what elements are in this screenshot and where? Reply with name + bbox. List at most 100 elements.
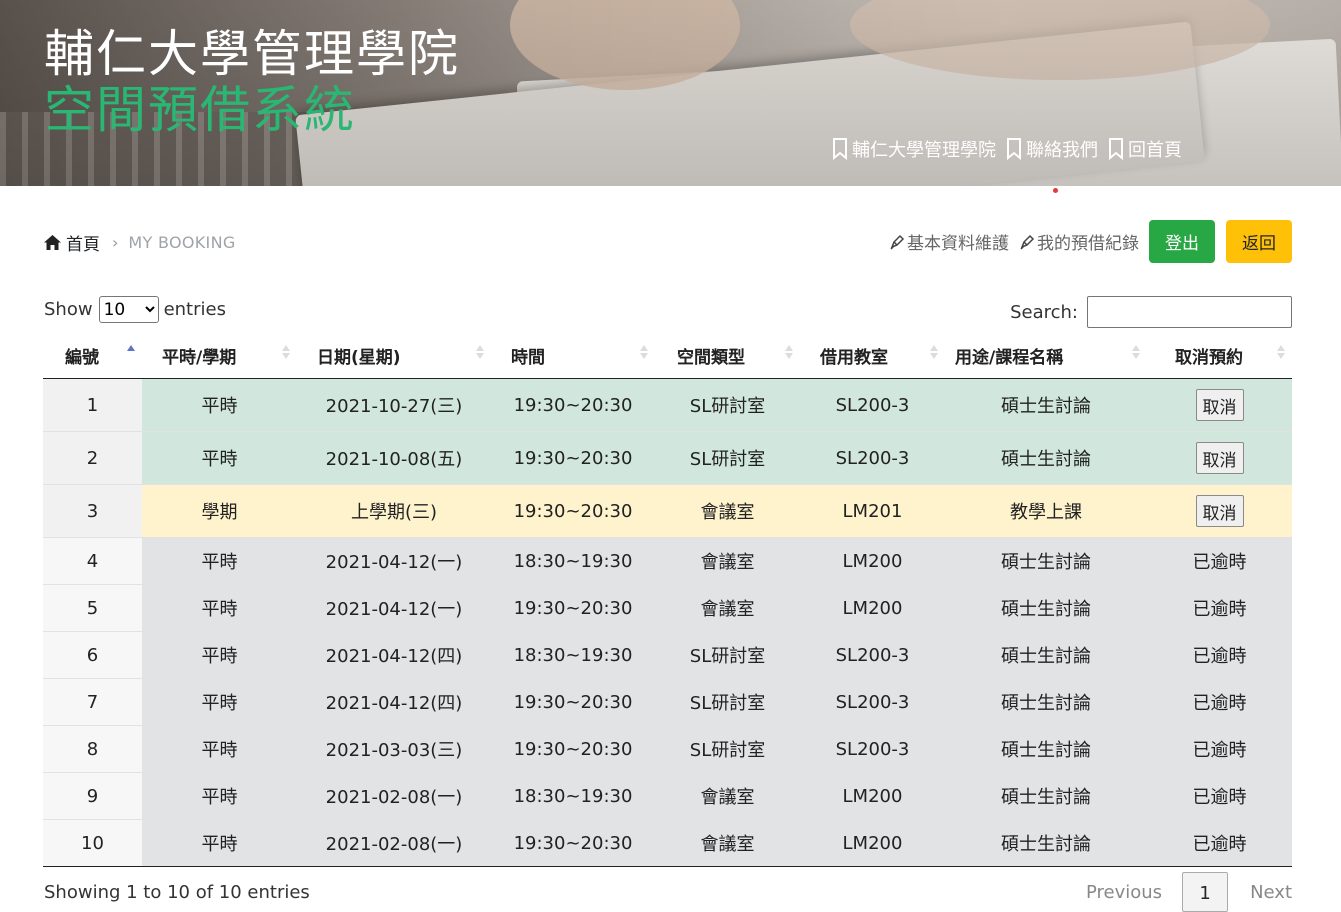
column-header[interactable]: 日期(星期) bbox=[297, 333, 491, 379]
cell-room: LM200 bbox=[800, 819, 945, 867]
cell-time: 19:30~20:30 bbox=[491, 378, 655, 432]
cell-cancel: 已逾時 bbox=[1147, 772, 1292, 820]
sort-desc-icon bbox=[785, 353, 793, 359]
column-header[interactable]: 編號 bbox=[43, 333, 142, 379]
cancel-booking-button[interactable]: 取消 bbox=[1195, 389, 1244, 421]
nav-link-home[interactable]: 回首頁 bbox=[1108, 136, 1182, 162]
table-header-row: 編號 平時/學期 日期(星期) 時間 空間類型 借用教室 用途/課程名稱 取消預約 bbox=[43, 333, 1292, 379]
expired-status: 已逾時 bbox=[1192, 599, 1247, 620]
cell-id: 5 bbox=[43, 584, 142, 632]
cell-room: SL200-3 bbox=[800, 631, 945, 679]
table-row: 4 平時 2021-04-12(一) 18:30~19:30 會議室 LM200 碩士生討論… bbox=[43, 537, 1292, 585]
bookings-table: 編號 平時/學期 日期(星期) 時間 空間類型 借用教室 用途/課程名稱 取消預約 1 平時 20… bbox=[43, 333, 1292, 867]
profile-link[interactable]: 基本資料維護 bbox=[889, 229, 1009, 254]
nav-link-college[interactable]: 輔仁大學管理學院 bbox=[832, 136, 996, 162]
column-header-label: 編號 bbox=[65, 348, 99, 368]
pen-icon bbox=[890, 234, 905, 250]
cell-time: 19:30~20:30 bbox=[491, 819, 655, 867]
column-header[interactable]: 借用教室 bbox=[800, 333, 945, 379]
cell-id: 3 bbox=[43, 484, 142, 538]
decor-dot bbox=[1053, 188, 1058, 193]
cell-date: 2021-04-12(四) bbox=[297, 631, 491, 679]
cell-space: 會議室 bbox=[655, 484, 800, 538]
cell-space: 會議室 bbox=[655, 819, 800, 867]
cell-purpose: 碩士生討論 bbox=[945, 631, 1147, 679]
column-header[interactable]: 平時/學期 bbox=[142, 333, 297, 379]
table-row: 5 平時 2021-04-12(一) 19:30~20:30 會議室 LM200 碩士生討論… bbox=[43, 584, 1292, 632]
cell-id: 4 bbox=[43, 537, 142, 585]
home-icon bbox=[44, 235, 61, 250]
cancel-booking-button[interactable]: 取消 bbox=[1195, 442, 1244, 474]
site-subtitle: 空間預借系統 bbox=[44, 81, 356, 139]
cell-time: 19:30~20:30 bbox=[491, 725, 655, 773]
cell-time: 18:30~19:30 bbox=[491, 537, 655, 585]
column-header[interactable]: 用途/課程名稱 bbox=[945, 333, 1147, 379]
pen-icon bbox=[1020, 234, 1035, 250]
breadcrumb-home-label: 首頁 bbox=[66, 235, 100, 255]
cell-date: 2021-10-27(三) bbox=[297, 378, 491, 432]
logout-button[interactable]: 登出 bbox=[1149, 220, 1215, 263]
cell-room: LM200 bbox=[800, 584, 945, 632]
cell-cancel: 已逾時 bbox=[1147, 725, 1292, 773]
sort-desc-icon bbox=[476, 353, 484, 359]
column-header-label: 日期(星期) bbox=[317, 348, 401, 368]
bookmark-icon bbox=[833, 138, 847, 160]
sort-icon bbox=[640, 345, 648, 359]
search-control: Search: bbox=[1010, 296, 1292, 328]
user-actions: 基本資料維護 我的預借紀錄 登出 返回 bbox=[889, 220, 1292, 263]
cell-id: 10 bbox=[43, 819, 142, 867]
cell-cancel: 取消 bbox=[1147, 431, 1292, 485]
table-row: 7 平時 2021-04-12(四) 19:30~20:30 SL研討室 SL200-3 碩… bbox=[43, 678, 1292, 726]
cell-space: SL研討室 bbox=[655, 431, 800, 485]
cell-purpose: 碩士生討論 bbox=[945, 431, 1147, 485]
page-length-select[interactable]: 10 bbox=[98, 296, 159, 323]
cell-room: SL200-3 bbox=[800, 678, 945, 726]
cell-cancel: 已逾時 bbox=[1147, 537, 1292, 585]
cell-id: 7 bbox=[43, 678, 142, 726]
pagination: Previous 1 Next bbox=[1086, 872, 1292, 912]
nav-link-label: 輔仁大學管理學院 bbox=[852, 140, 996, 161]
cell-id: 8 bbox=[43, 725, 142, 773]
sort-icon bbox=[1277, 345, 1285, 359]
cell-purpose: 碩士生討論 bbox=[945, 584, 1147, 632]
sort-asc-icon bbox=[476, 345, 484, 351]
cell-cancel: 取消 bbox=[1147, 484, 1292, 538]
sort-desc-icon bbox=[1132, 353, 1140, 359]
sort-asc-icon bbox=[785, 345, 793, 351]
cancel-booking-button[interactable]: 取消 bbox=[1195, 495, 1244, 527]
cell-kind: 平時 bbox=[142, 431, 297, 485]
cell-id: 6 bbox=[43, 631, 142, 679]
nav-link-label: 回首頁 bbox=[1128, 140, 1182, 161]
booking-records-link[interactable]: 我的預借紀錄 bbox=[1019, 229, 1139, 254]
cell-purpose: 碩士生討論 bbox=[945, 537, 1147, 585]
cell-date: 2021-02-08(一) bbox=[297, 819, 491, 867]
cell-purpose: 碩士生討論 bbox=[945, 772, 1147, 820]
show-label: Show bbox=[44, 299, 93, 320]
search-label: Search: bbox=[1010, 301, 1078, 323]
nav-link-contact[interactable]: 聯絡我們 bbox=[1006, 136, 1098, 162]
cell-space: 會議室 bbox=[655, 772, 800, 820]
next-button[interactable]: Next bbox=[1250, 882, 1292, 903]
column-header[interactable]: 空間類型 bbox=[655, 333, 800, 379]
breadcrumb-current: MY BOOKING bbox=[128, 233, 236, 252]
breadcrumb-home[interactable]: 首頁 bbox=[44, 230, 100, 255]
page-button-1[interactable]: 1 bbox=[1182, 872, 1229, 912]
table-row: 1 平時 2021-10-27(三) 19:30~20:30 SL研討室 SL200-3 碩… bbox=[43, 378, 1292, 432]
sort-icon bbox=[282, 345, 290, 359]
search-input[interactable] bbox=[1087, 296, 1292, 328]
cell-kind: 平時 bbox=[142, 378, 297, 432]
column-header[interactable]: 時間 bbox=[491, 333, 655, 379]
back-button[interactable]: 返回 bbox=[1226, 220, 1292, 263]
column-header-label: 用途/課程名稱 bbox=[955, 348, 1064, 368]
cell-id: 2 bbox=[43, 431, 142, 485]
previous-button[interactable]: Previous bbox=[1086, 882, 1162, 903]
cell-date: 2021-02-08(一) bbox=[297, 772, 491, 820]
cell-room: SL200-3 bbox=[800, 378, 945, 432]
cell-space: SL研討室 bbox=[655, 378, 800, 432]
sort-desc-icon bbox=[640, 353, 648, 359]
sort-desc-icon bbox=[930, 353, 938, 359]
page-length-control: Show 10 entries bbox=[44, 296, 226, 323]
column-header[interactable]: 取消預約 bbox=[1147, 333, 1292, 379]
cell-date: 2021-10-08(五) bbox=[297, 431, 491, 485]
cell-room: SL200-3 bbox=[800, 431, 945, 485]
